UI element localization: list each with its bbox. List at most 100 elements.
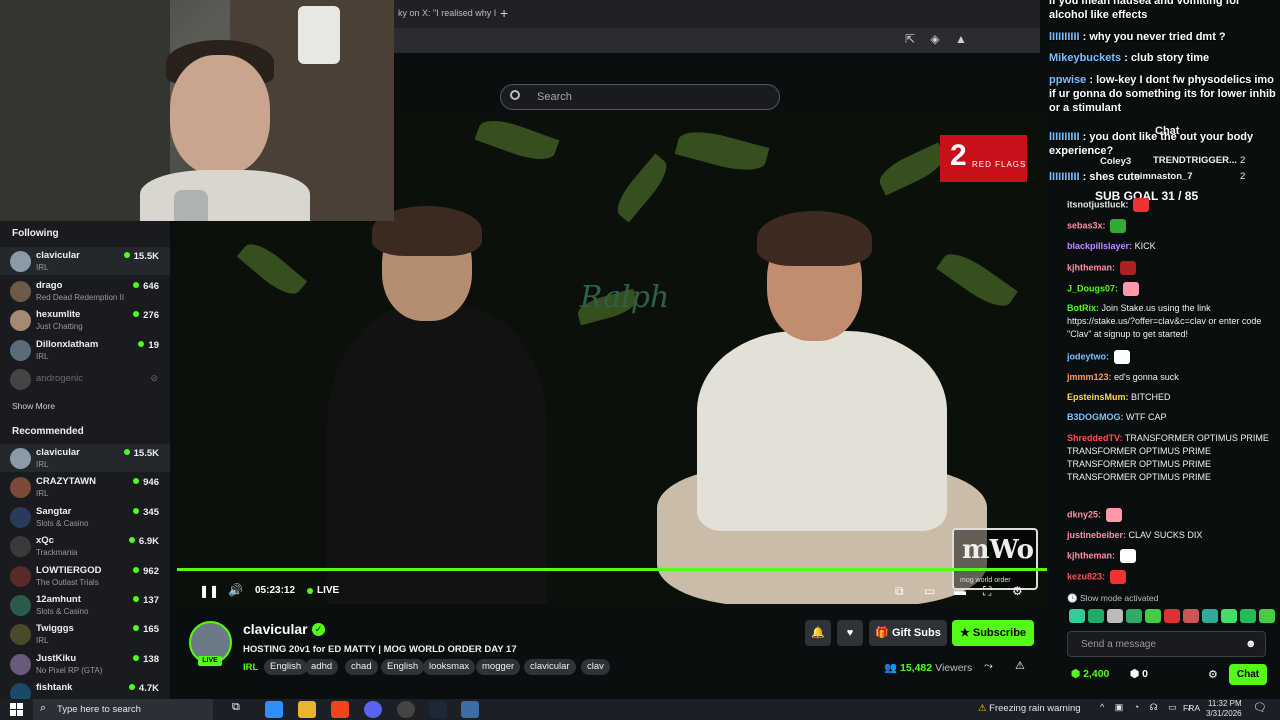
channel-points[interactable]: ⬢ 2,400 (1071, 668, 1109, 680)
sidebar-recommended-item[interactable]: CRAZYTAWN IRL 946 (0, 473, 170, 501)
clip-icon[interactable]: ▭ (924, 584, 935, 598)
streamer-name[interactable]: clavicular (243, 621, 308, 637)
quick-emote[interactable] (1259, 609, 1275, 623)
quick-emote[interactable] (1069, 609, 1085, 623)
gift-subs-button[interactable]: 🎁 Gift Subs (869, 620, 947, 646)
miniplayer-icon[interactable]: ⧉ (895, 584, 904, 599)
stream-tag[interactable]: clav (581, 659, 610, 675)
quick-emote[interactable] (1107, 609, 1123, 623)
stream-tag[interactable]: clavicular (524, 659, 576, 675)
stream-tag[interactable]: adhd (305, 659, 339, 675)
stream-tag[interactable]: English (264, 659, 308, 675)
stream-tag[interactable]: English (381, 659, 425, 675)
kicks-balance[interactable]: ⬢ 0 (1130, 668, 1148, 680)
steam-icon[interactable] (429, 701, 447, 718)
calculator-icon[interactable] (461, 701, 479, 718)
chat-username[interactable]: sebas3x: (1067, 220, 1106, 230)
top-gifter-name[interactable]: TRENDTRIGGER... (1153, 155, 1237, 166)
quick-emote[interactable] (1145, 609, 1161, 623)
overlay-chat-message: ppwise : low-key I dont fw physodelics i… (1049, 73, 1277, 115)
subscribe-label: Subscribe (972, 627, 1027, 639)
chat-username[interactable]: blackpillslayer: (1067, 241, 1132, 251)
show-more-link[interactable]: Show More (12, 401, 55, 411)
share-icon[interactable]: ⤳ (984, 660, 993, 673)
copilot-icon[interactable] (265, 701, 283, 718)
top-gifter-name[interactable]: nimnaston_7 (1134, 171, 1193, 182)
emoji-icon[interactable]: ☻ (1245, 638, 1257, 650)
quick-emote[interactable] (1126, 609, 1142, 623)
sidebar-recommended-item[interactable]: 12amhunt Slots & Casino 137 (0, 591, 170, 619)
settings-gear-icon[interactable]: ⚙ (1012, 584, 1023, 598)
theater-icon[interactable]: ▬ (954, 584, 966, 598)
chat-username[interactable]: B3DOGMOG: (1067, 412, 1124, 422)
pause-icon[interactable]: ❚❚ (199, 584, 219, 598)
sidebar-following-item[interactable]: drago Red Dead Redemption II 646 (0, 277, 170, 305)
sidebar-following-item[interactable]: clavicular IRL 15.5K (0, 247, 170, 275)
sidebar-item-name: Dillonxlatham (36, 338, 99, 350)
taskbar-search-input[interactable]: Type here to search (33, 699, 213, 720)
sidebar-following-item[interactable]: Dillonxlatham IRL 19 (0, 336, 170, 364)
chat-message: blackpillslayer: KICK (1067, 240, 1272, 253)
sidebar-recommended-item[interactable]: Twigggs IRL 165 (0, 620, 170, 648)
quick-emote[interactable] (1240, 609, 1256, 623)
chat-username[interactable]: dkny25: (1067, 509, 1101, 519)
subscribe-button[interactable]: ★ Subscribe (952, 620, 1034, 646)
sidebar-recommended-item[interactable]: JustKiku No Pixel RP (GTA) 138 (0, 650, 170, 678)
brave-browser-icon[interactable] (331, 701, 349, 718)
chat-message-input[interactable]: Send a message (1067, 631, 1266, 657)
progress-bar[interactable] (177, 568, 1047, 571)
chat-username[interactable]: J_Dougs07: (1067, 283, 1118, 293)
emote-bar[interactable] (1067, 607, 1275, 625)
language-indicator[interactable]: FRA (1183, 703, 1200, 713)
sidebar-item-name: JustKiku (36, 652, 77, 664)
follow-heart-button[interactable]: ♥ (837, 620, 863, 646)
chat-username[interactable]: itsnotjustluck: (1067, 199, 1129, 209)
chat-settings-icon[interactable]: ⚙ (1208, 668, 1218, 681)
sidebar-following-item[interactable]: hexumlite Just Chatting 276 (0, 306, 170, 334)
quick-emote[interactable] (1221, 609, 1237, 623)
chat-username[interactable]: kjhtheman: (1067, 550, 1115, 560)
volume-icon[interactable]: 🔊 (228, 583, 243, 597)
overlay-chat-text: if you mean nausea and vomiting for alco… (1049, 0, 1241, 21)
chat-username[interactable]: jodeytwo: (1067, 351, 1109, 361)
fullscreen-icon[interactable]: ⛶ (983, 584, 991, 599)
chat-username[interactable]: EpsteinsMum: (1067, 392, 1129, 402)
quick-emote[interactable] (1164, 609, 1180, 623)
sidebar-following-item[interactable]: androgenic ⊘ (0, 365, 170, 393)
file-explorer-icon[interactable] (298, 701, 316, 718)
new-tab-button[interactable]: + (500, 5, 508, 21)
chat-send-button[interactable]: Chat (1229, 664, 1267, 685)
quick-emote[interactable] (1183, 609, 1199, 623)
task-view-icon[interactable]: ⧉ (232, 701, 250, 718)
category-link[interactable]: IRL (243, 662, 258, 673)
sidebar-recommended-item[interactable]: xQc Trackmania 6.9K (0, 532, 170, 560)
chat-username[interactable]: justinebeiber: (1067, 530, 1126, 540)
chat-username[interactable]: BotRix: (1067, 303, 1099, 313)
search-input[interactable]: Search (500, 84, 780, 110)
sidebar-recommended-item[interactable]: Sangtar Slots & Casino 345 (0, 503, 170, 531)
chat-username[interactable]: kjhtheman: (1067, 262, 1115, 272)
obs-icon[interactable] (397, 701, 415, 718)
sidebar-recommended-item[interactable]: LOWTIERGOD The Outlast Trials 962 (0, 562, 170, 590)
browser-extension-icons[interactable]: ⇱ ◈ ▲ (905, 32, 973, 46)
stream-tag[interactable]: chad (345, 659, 378, 675)
stream-tag[interactable]: looksmax (423, 659, 476, 675)
notification-bell-button[interactable]: 🔔 (805, 620, 831, 646)
notification-icon[interactable]: 🗨 (1253, 701, 1267, 714)
report-icon[interactable]: ⚠ (1015, 659, 1025, 672)
weather-widget[interactable]: ⚠ Freezing rain warning (978, 703, 1081, 714)
chat-username[interactable]: kezu823: (1067, 571, 1105, 581)
browser-tab-title[interactable]: ky on X: "I realised why I (398, 8, 496, 18)
top-gifter-name[interactable]: Coley3 (1100, 156, 1131, 167)
chat-username[interactable]: ShreddedTV: (1067, 433, 1123, 443)
stream-tag[interactable]: mogger (476, 659, 521, 675)
chat-username[interactable]: jmmm123: (1067, 372, 1112, 382)
quick-emote[interactable] (1202, 609, 1218, 623)
windows-start-icon[interactable] (10, 703, 23, 716)
quick-emote[interactable] (1088, 609, 1104, 623)
clock-time[interactable]: 11:32 PM (1208, 699, 1242, 708)
clock-date[interactable]: 3/31/2026 (1206, 709, 1242, 718)
system-tray-icons[interactable]: ^ ▣ ◔ ☊ ▭ ♪ (1100, 702, 1196, 713)
sidebar-recommended-item[interactable]: clavicular IRL 15.5K (0, 444, 170, 472)
discord-icon[interactable] (364, 701, 382, 718)
